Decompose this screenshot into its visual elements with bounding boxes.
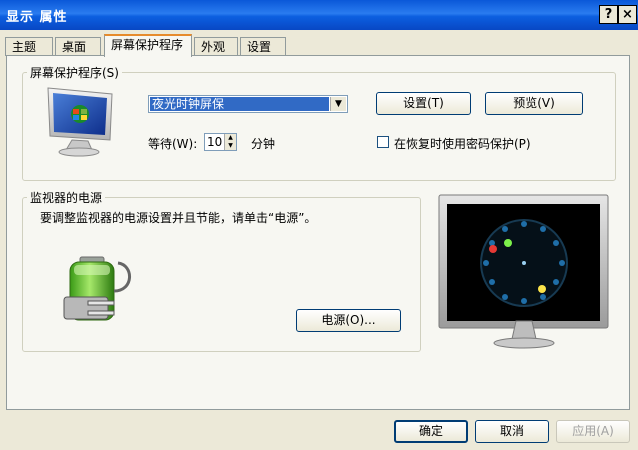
- wait-label: 等待(W):: [148, 137, 198, 151]
- wait-minutes-stepper[interactable]: 10 ▲ ▼: [204, 133, 237, 151]
- minutes-label: 分钟: [251, 137, 276, 151]
- settings-button[interactable]: 设置(T): [376, 92, 471, 115]
- title-bar: 显示 属性 ? ×: [0, 0, 638, 30]
- window-title: 显示 属性: [6, 10, 68, 25]
- tab-desktop[interactable]: 桌面: [55, 37, 101, 56]
- screensaver-select-value: 夜光时钟屏保: [150, 97, 329, 111]
- help-button[interactable]: ?: [599, 5, 618, 24]
- cancel-button[interactable]: 取消: [475, 420, 549, 443]
- screensaver-select[interactable]: 夜光时钟屏保 ▼: [148, 95, 348, 113]
- apply-button[interactable]: 应用(A): [556, 420, 630, 443]
- password-checkbox-label: 在恢复时使用密码保护(P): [394, 137, 531, 151]
- screensaver-legend: 屏幕保护程序(S): [30, 66, 119, 80]
- preview-button[interactable]: 预览(V): [485, 92, 583, 115]
- screensaver-preview: [438, 194, 609, 349]
- tab-screensaver[interactable]: 屏幕保护程序: [104, 34, 192, 57]
- monitor-power-legend: 监视器的电源: [30, 191, 103, 205]
- tab-themes[interactable]: 主题: [5, 37, 53, 56]
- tab-appearance[interactable]: 外观: [194, 37, 238, 56]
- ok-button[interactable]: 确定: [394, 420, 468, 443]
- power-description: 要调整监视器的电源设置并且节能，请单击“电源”。: [40, 211, 317, 225]
- spinner-arrows-icon[interactable]: ▲ ▼: [224, 134, 236, 150]
- password-checkbox[interactable]: [377, 136, 389, 148]
- power-button[interactable]: 电源(O)...: [296, 309, 401, 332]
- close-button[interactable]: ×: [618, 5, 637, 24]
- monitor-icon: [47, 87, 113, 157]
- chevron-down-icon[interactable]: ▼: [330, 97, 346, 111]
- battery-plug-icon: [63, 256, 131, 321]
- tab-settings[interactable]: 设置: [240, 37, 286, 56]
- wait-minutes-value: 10: [207, 135, 223, 149]
